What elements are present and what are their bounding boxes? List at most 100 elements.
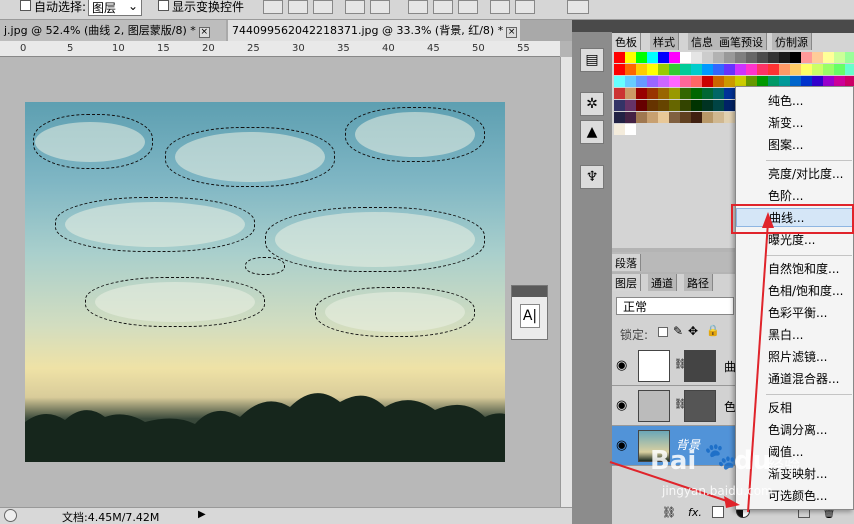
- color-swatch[interactable]: [647, 64, 658, 75]
- dock-header[interactable]: [572, 20, 612, 32]
- color-swatch[interactable]: [625, 76, 636, 87]
- color-swatch[interactable]: [713, 76, 724, 87]
- panel-collapse-bar[interactable]: [612, 20, 854, 33]
- color-swatch[interactable]: [790, 64, 801, 75]
- color-swatch[interactable]: [691, 76, 702, 87]
- histogram-icon[interactable]: ▲: [580, 120, 604, 144]
- color-swatch[interactable]: [779, 64, 790, 75]
- menu-item-brightness-contrast[interactable]: 亮度/对比度...: [736, 165, 853, 184]
- color-swatch[interactable]: [713, 112, 724, 123]
- panel-header[interactable]: [512, 286, 547, 297]
- color-swatch[interactable]: [691, 88, 702, 99]
- color-swatch[interactable]: [746, 64, 757, 75]
- color-swatch[interactable]: [614, 76, 625, 87]
- color-swatch[interactable]: [724, 76, 735, 87]
- color-swatch[interactable]: [636, 88, 647, 99]
- color-swatch[interactable]: [724, 88, 735, 99]
- close-icon[interactable]: ×: [198, 27, 210, 38]
- color-swatch[interactable]: [823, 52, 834, 63]
- color-swatch[interactable]: [658, 88, 669, 99]
- color-swatch[interactable]: [713, 64, 724, 75]
- color-swatch[interactable]: [625, 124, 636, 135]
- color-swatch[interactable]: [669, 100, 680, 111]
- color-swatch[interactable]: [680, 76, 691, 87]
- color-swatch[interactable]: [658, 64, 669, 75]
- vertical-scrollbar[interactable]: [560, 57, 572, 507]
- color-swatch[interactable]: [625, 64, 636, 75]
- color-swatch[interactable]: [669, 112, 680, 123]
- color-swatch[interactable]: [724, 64, 735, 75]
- doc-tab-2[interactable]: 744099562042218371.jpg @ 33.3% (背景, 红/8)…: [228, 20, 520, 41]
- color-swatch[interactable]: [757, 64, 768, 75]
- tab-info[interactable]: 信息: [688, 33, 717, 50]
- distribute-bottom-icon[interactable]: [458, 0, 478, 14]
- navigator-icon[interactable]: ▤: [580, 48, 604, 72]
- doc-tab-1[interactable]: j.jpg @ 52.4% (曲线 2, 图层蒙版/8) * ×: [0, 20, 226, 41]
- color-swatch[interactable]: [713, 52, 724, 63]
- color-swatch[interactable]: [757, 52, 768, 63]
- color-swatch[interactable]: [658, 76, 669, 87]
- color-swatch[interactable]: [702, 64, 713, 75]
- color-swatch[interactable]: [724, 52, 735, 63]
- align-hcenter-icon[interactable]: [370, 0, 390, 14]
- color-swatch[interactable]: [834, 52, 845, 63]
- color-swatch[interactable]: [658, 100, 669, 111]
- color-swatch[interactable]: [625, 88, 636, 99]
- color-swatch[interactable]: [823, 64, 834, 75]
- zoom-icon[interactable]: [4, 509, 17, 522]
- color-swatch[interactable]: [647, 52, 658, 63]
- color-swatch[interactable]: [647, 100, 658, 111]
- color-swatch[interactable]: [724, 112, 735, 123]
- align-left-icon[interactable]: [345, 0, 365, 14]
- color-swatch[interactable]: [812, 64, 823, 75]
- color-swatch[interactable]: [614, 112, 625, 123]
- color-swatch[interactable]: [779, 52, 790, 63]
- sky-photo[interactable]: [25, 102, 505, 462]
- tab-clone-source[interactable]: 仿制源: [772, 33, 812, 50]
- tab-swatches[interactable]: 色板: [612, 33, 641, 50]
- color-swatch[interactable]: [636, 100, 647, 111]
- color-swatch[interactable]: [658, 52, 669, 63]
- color-swatch[interactable]: [713, 88, 724, 99]
- auto-select-dropdown[interactable]: 图层 ⌄: [88, 0, 142, 16]
- color-swatch[interactable]: [845, 52, 854, 63]
- color-swatch[interactable]: [669, 88, 680, 99]
- distribute-left-icon[interactable]: [490, 0, 510, 14]
- color-swatch[interactable]: [614, 100, 625, 111]
- color-swatch[interactable]: [702, 52, 713, 63]
- color-swatch[interactable]: [702, 76, 713, 87]
- color-swatch[interactable]: [768, 52, 779, 63]
- close-icon[interactable]: ×: [506, 27, 518, 38]
- color-swatch[interactable]: [691, 64, 702, 75]
- color-swatch[interactable]: [691, 52, 702, 63]
- color-swatch[interactable]: [724, 100, 735, 111]
- color-swatch[interactable]: [801, 52, 812, 63]
- tab-styles[interactable]: 样式: [650, 33, 679, 50]
- color-swatch[interactable]: [636, 76, 647, 87]
- color-swatch[interactable]: [680, 64, 691, 75]
- color-swatch[interactable]: [768, 64, 779, 75]
- auto-align-icon[interactable]: [567, 0, 589, 14]
- triangle-right-icon[interactable]: ▶: [198, 509, 206, 520]
- character-panel-button[interactable]: A|: [520, 304, 540, 328]
- tab-brush-presets[interactable]: 画笔预设: [716, 33, 767, 50]
- color-swatch[interactable]: [614, 124, 625, 135]
- color-swatch[interactable]: [680, 112, 691, 123]
- color-swatch[interactable]: [691, 112, 702, 123]
- color-swatch[interactable]: [669, 76, 680, 87]
- color-swatch[interactable]: [614, 52, 625, 63]
- menu-item-gradient[interactable]: 渐变...: [736, 114, 853, 133]
- show-transform-checkbox[interactable]: [158, 0, 169, 11]
- auto-select-checkbox[interactable]: [20, 0, 31, 11]
- color-swatch[interactable]: [647, 76, 658, 87]
- color-swatch[interactable]: [746, 52, 757, 63]
- color-swatch[interactable]: [845, 64, 854, 75]
- color-swatch[interactable]: [625, 112, 636, 123]
- color-swatch[interactable]: [801, 64, 812, 75]
- color-swatch[interactable]: [790, 52, 801, 63]
- color-swatch[interactable]: [636, 112, 647, 123]
- menu-item-pattern[interactable]: 图案...: [736, 136, 853, 155]
- color-swatch[interactable]: [812, 52, 823, 63]
- actions-icon[interactable]: ✲: [580, 92, 604, 116]
- color-swatch[interactable]: [636, 52, 647, 63]
